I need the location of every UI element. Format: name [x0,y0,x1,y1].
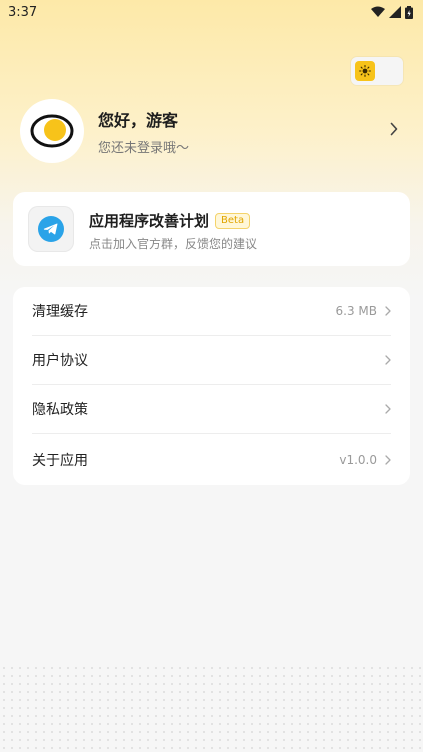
beta-badge: Beta [215,212,251,229]
profile-header[interactable]: 您好，游客 您还未登录哦～ [20,98,410,164]
status-icons [371,5,413,19]
sun-icon [359,65,371,77]
settings-row-right: 6.3 MB [336,304,391,318]
chevron-right-icon [385,355,391,365]
chevron-right-icon [385,306,391,316]
status-bar: 3:37 [0,0,423,24]
settings-row-label: 隐私政策 [32,402,88,418]
avatar[interactable] [20,99,84,163]
promo-title: 应用程序改善计划 [89,212,210,230]
settings-row-label: 关于应用 [32,452,88,469]
dotted-background-pattern [0,664,423,752]
theme-toggle-knob [355,61,375,81]
profile-name: 您好，游客 [98,110,179,130]
settings-list: 清理缓存 6.3 MB 用户协议 隐私政策 关于应用 v1.0.0 [13,287,410,485]
chevron-right-icon [390,122,398,136]
improvement-program-card[interactable]: 应用程序改善计划 Beta 点击加入官方群，反馈您的建议 [13,192,410,266]
profile-subtitle: 您还未登录哦～ [98,140,190,156]
egg-logo-icon [30,114,74,148]
promo-subtitle: 点击加入官方群，反馈您的建议 [89,237,258,251]
promo-title-row: 应用程序改善计划 Beta [89,210,251,231]
settings-row-right: v1.0.0 [339,453,391,467]
settings-row-label: 用户协议 [32,353,88,369]
settings-row-right [385,404,391,414]
telegram-icon [38,216,64,242]
cache-size-value: 6.3 MB [335,304,377,318]
settings-row-label: 清理缓存 [32,304,88,320]
settings-row-about-app[interactable]: 关于应用 v1.0.0 [32,435,391,484]
chevron-right-icon [385,404,391,414]
signal-icon [389,6,401,18]
settings-row-user-agreement[interactable]: 用户协议 [32,336,391,385]
settings-row-clear-cache[interactable]: 清理缓存 6.3 MB [32,287,391,336]
chevron-right-icon [385,454,391,465]
profile-text: 您好，游客 您还未登录哦～ [98,107,410,156]
settings-row-right [385,355,391,365]
status-time: 3:37 [8,4,38,20]
settings-row-privacy-policy[interactable]: 隐私政策 [32,385,391,434]
app-version-value: v1.0.0 [339,452,377,467]
promo-icon-box [28,206,74,252]
theme-toggle[interactable] [351,57,403,85]
wifi-icon [371,6,385,17]
battery-icon [405,5,413,19]
